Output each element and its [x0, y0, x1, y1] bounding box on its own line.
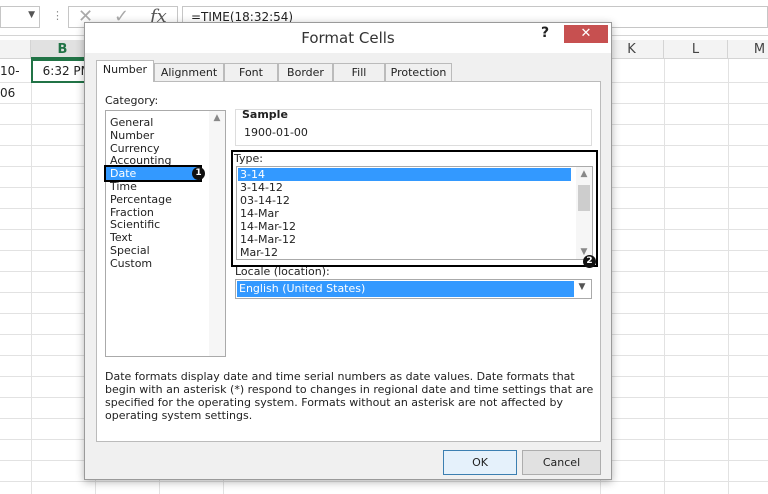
type-item[interactable]: 14-Mar-12: [240, 220, 296, 233]
category-item[interactable]: Accounting: [110, 154, 171, 167]
type-item[interactable]: 03-14-12: [240, 194, 290, 207]
chevron-up-icon[interactable]: ▲: [209, 113, 225, 123]
category-item[interactable]: Custom: [110, 257, 152, 270]
format-cells-dialog: Format Cells ? ✕ Number Alignment Font B…: [84, 22, 612, 480]
tab-alignment[interactable]: Alignment: [154, 63, 224, 81]
category-item[interactable]: Scientific: [110, 218, 160, 231]
type-scrollbar[interactable]: ▲ ▼: [576, 167, 592, 259]
type-item[interactable]: 3-14: [238, 168, 571, 181]
category-list[interactable]: ▲ General Number Currency Accounting Date 1 Ti…: [104, 110, 226, 357]
scrollbar-thumb[interactable]: [578, 185, 590, 211]
grid-line: [0, 481, 768, 482]
type-item[interactable]: 14-Mar: [240, 207, 279, 220]
chevron-up-icon[interactable]: ▲: [576, 169, 592, 179]
cell-a1[interactable]: 10-06: [0, 60, 31, 100]
tab-protection[interactable]: Protection: [385, 63, 452, 81]
chevron-down-icon[interactable]: ▼: [575, 282, 589, 292]
category-item[interactable]: Currency: [110, 142, 160, 155]
category-item[interactable]: Text: [110, 231, 132, 244]
locale-value: English (United States): [237, 281, 574, 297]
type-highlight-box: Type: ▲ ▼ 3-14 3-14-12 03-14-12 14-Mar 14-Ma…: [231, 150, 598, 268]
sample-value: 1900-01-00: [244, 126, 308, 139]
tab-number[interactable]: Number: [96, 60, 154, 82]
type-label: Type:: [234, 152, 263, 165]
tab-font[interactable]: Font: [224, 63, 278, 81]
category-scrollbar[interactable]: ▲: [209, 111, 225, 356]
category-label: Category:: [105, 94, 159, 107]
type-item[interactable]: 3-14-12: [240, 181, 283, 194]
category-item[interactable]: Time: [110, 180, 137, 193]
category-item[interactable]: Number: [110, 129, 154, 142]
locale-label: Locale (location):: [235, 265, 330, 278]
tab-border[interactable]: Border: [278, 63, 333, 81]
step-badge-1: 1: [192, 167, 205, 181]
help-button[interactable]: ?: [541, 25, 549, 41]
column-header-m[interactable]: M: [728, 40, 768, 59]
type-item[interactable]: Mar-12: [240, 246, 278, 259]
column-header-l[interactable]: L: [664, 40, 728, 59]
name-box[interactable]: ▼: [0, 6, 40, 28]
close-button[interactable]: ✕: [564, 25, 608, 43]
category-item[interactable]: Percentage: [110, 193, 172, 206]
chevron-down-icon[interactable]: ▼: [28, 10, 35, 20]
cancel-button[interactable]: Cancel: [522, 450, 601, 475]
dialog-title: Format Cells: [85, 23, 611, 53]
category-item[interactable]: Date: [104, 165, 202, 183]
category-item[interactable]: General: [110, 116, 153, 129]
tab-fill[interactable]: Fill: [333, 63, 385, 81]
sample-group: 1900-01-00: [235, 109, 592, 146]
type-list[interactable]: ▲ ▼ 3-14 3-14-12 03-14-12 14-Mar 14-Mar-12 14…: [236, 166, 593, 260]
type-item[interactable]: 14-Mar-12: [240, 233, 296, 246]
more-icon: ⋮: [52, 9, 63, 22]
step-badge-2: 2: [583, 255, 596, 268]
number-tab-panel: Category: ▲ General Number Currency Account…: [96, 81, 601, 442]
category-item[interactable]: Special: [110, 244, 150, 257]
ok-button[interactable]: OK: [443, 450, 517, 475]
locale-select[interactable]: English (United States) ▼: [235, 279, 592, 299]
category-item[interactable]: Fraction: [110, 206, 154, 219]
format-description: Date formats display date and time seria…: [105, 370, 594, 422]
